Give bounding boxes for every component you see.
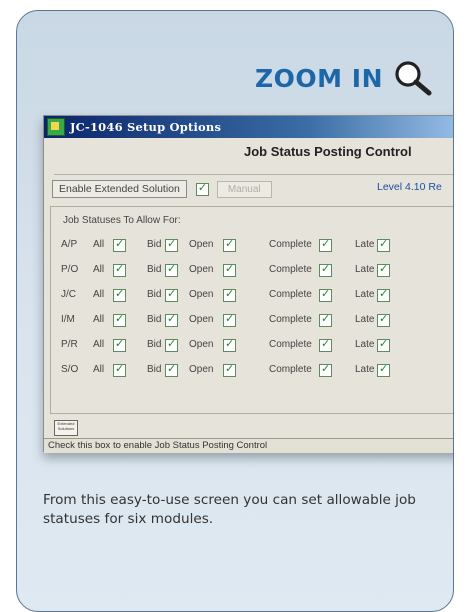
late-checkbox[interactable]	[377, 362, 390, 377]
all-label: All	[93, 239, 105, 250]
late-label: Late	[355, 364, 375, 375]
module-code: I/M	[61, 314, 75, 325]
open-checkbox[interactable]	[223, 337, 236, 352]
complete-label: Complete	[269, 264, 312, 275]
feature-card: ZOOM IN JC-1046 Setup Options Job Status…	[16, 10, 454, 612]
complete-checkbox[interactable]	[319, 362, 332, 377]
all-checkbox[interactable]	[113, 337, 126, 352]
all-label: All	[93, 314, 105, 325]
open-checkbox[interactable]	[223, 262, 236, 277]
open-checkbox[interactable]	[223, 362, 236, 377]
late-label: Late	[355, 239, 375, 250]
complete-label: Complete	[269, 314, 312, 325]
bid-checkbox[interactable]	[165, 262, 178, 277]
bid-checkbox[interactable]	[165, 362, 178, 377]
open-checkbox[interactable]	[223, 287, 236, 302]
open-label: Open	[189, 264, 214, 275]
open-label: Open	[189, 289, 214, 300]
complete-label: Complete	[269, 239, 312, 250]
late-checkbox[interactable]	[377, 262, 390, 277]
module-code: P/R	[61, 339, 78, 350]
bid-checkbox[interactable]	[165, 337, 178, 352]
bid-label: Bid	[147, 339, 162, 350]
all-checkbox[interactable]	[113, 362, 126, 377]
all-label: All	[93, 364, 105, 375]
late-checkbox[interactable]	[377, 237, 390, 252]
all-checkbox[interactable]	[113, 237, 126, 252]
all-checkbox[interactable]	[113, 287, 126, 302]
open-checkbox[interactable]	[223, 312, 236, 327]
caption: From this easy-to-use screen you can set…	[43, 492, 416, 527]
enable-extended-solution-checkbox[interactable]	[195, 181, 209, 196]
late-checkbox[interactable]	[377, 312, 390, 327]
late-label: Late	[355, 289, 375, 300]
late-label: Late	[355, 339, 375, 350]
all-label: All	[93, 289, 105, 300]
module-code: A/P	[61, 239, 78, 250]
manual-button[interactable]: Manual	[216, 180, 272, 198]
late-label: Late	[355, 264, 375, 275]
bid-checkbox[interactable]	[165, 312, 178, 327]
page-title: Job Status Posting Control	[244, 144, 412, 159]
late-checkbox[interactable]	[377, 287, 390, 302]
magnifier-icon[interactable]	[393, 59, 433, 97]
level-label: Level 4.10 Re	[377, 181, 442, 193]
zoom-in-header[interactable]: ZOOM IN	[255, 59, 433, 97]
complete-checkbox[interactable]	[319, 337, 332, 352]
all-checkbox[interactable]	[113, 312, 126, 327]
bid-label: Bid	[147, 364, 162, 375]
setup-options-window: JC-1046 Setup Options Job Status Posting…	[43, 115, 453, 453]
module-code: P/O	[61, 264, 79, 275]
open-checkbox[interactable]	[223, 237, 236, 252]
complete-label: Complete	[269, 364, 312, 375]
bid-checkbox[interactable]	[165, 237, 178, 252]
all-label: All	[93, 264, 105, 275]
open-label: Open	[189, 364, 214, 375]
late-label: Late	[355, 314, 375, 325]
enable-extended-solution-label: Enable Extended Solution	[59, 183, 180, 195]
bid-label: Bid	[147, 264, 162, 275]
zoom-in-label[interactable]: ZOOM IN	[255, 64, 383, 93]
module-code: J/C	[61, 289, 76, 300]
bid-label: Bid	[147, 289, 162, 300]
complete-label: Complete	[269, 289, 312, 300]
open-label: Open	[189, 239, 214, 250]
app-icon	[47, 118, 65, 136]
window-titlebar[interactable]: JC-1046 Setup Options	[44, 116, 453, 138]
job-statuses-group: Job Statuses To Allow For: A/P All Bid O…	[50, 206, 453, 414]
complete-label: Complete	[269, 339, 312, 350]
complete-checkbox[interactable]	[319, 262, 332, 277]
module-code: S/O	[61, 364, 79, 375]
open-label: Open	[189, 314, 214, 325]
group-title: Job Statuses To Allow For:	[63, 215, 181, 226]
complete-checkbox[interactable]	[319, 237, 332, 252]
open-label: Open	[189, 339, 214, 350]
manual-label: Manual	[227, 183, 261, 195]
status-text: Check this box to enable Job Status Post…	[48, 440, 268, 451]
all-checkbox[interactable]	[113, 262, 126, 277]
enable-extended-solution[interactable]: Enable Extended Solution	[52, 180, 187, 198]
all-label: All	[93, 339, 105, 350]
bid-label: Bid	[147, 314, 162, 325]
late-checkbox[interactable]	[377, 337, 390, 352]
complete-checkbox[interactable]	[319, 312, 332, 327]
divider	[54, 174, 453, 175]
window-title: JC-1046 Setup Options	[70, 120, 222, 134]
bid-checkbox[interactable]	[165, 287, 178, 302]
bid-label: Bid	[147, 239, 162, 250]
extended-solution-row: Enable Extended Solution Manual Level 4.…	[52, 178, 442, 200]
status-bar: Check this box to enable Job Status Post…	[44, 438, 453, 453]
extended-solutions-logo: Extended Solutions	[54, 420, 78, 436]
complete-checkbox[interactable]	[319, 287, 332, 302]
